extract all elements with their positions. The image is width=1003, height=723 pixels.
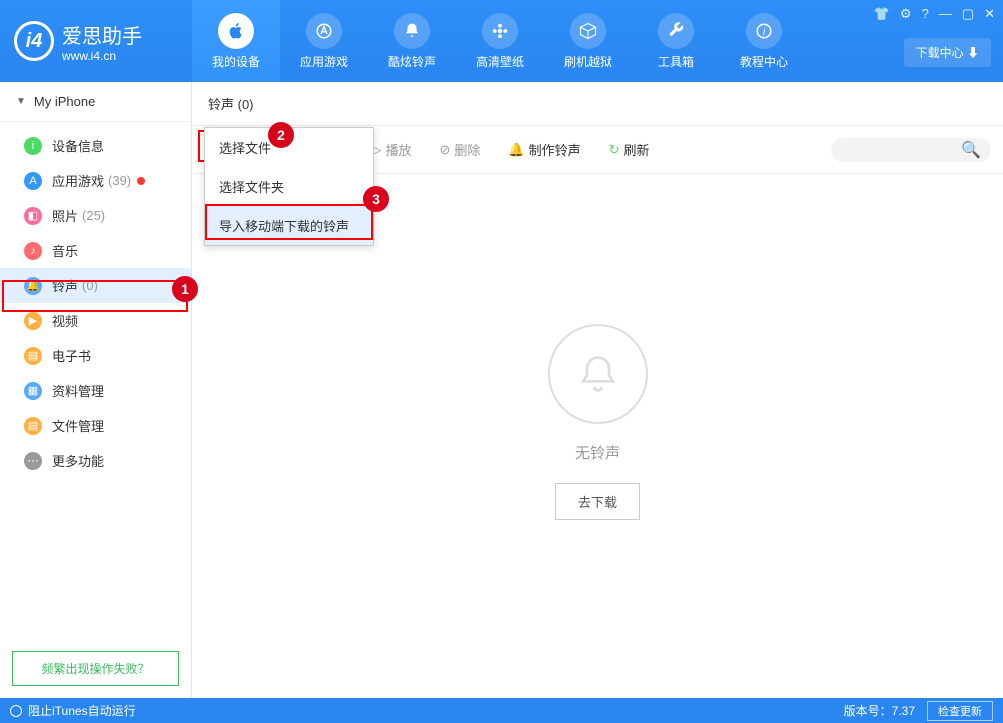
dropdown-import-mobile[interactable]: 导入移动端下载的铃声 (205, 206, 373, 245)
bell-plus-icon: 🔔 (508, 142, 524, 158)
sidebar-item-music[interactable]: ♪ 音乐 (0, 233, 191, 268)
annotation-badge-3: 3 (363, 186, 389, 212)
empty-bell-icon (548, 324, 648, 424)
notification-dot (137, 177, 145, 185)
sidebar-item-photos[interactable]: ◧ 照片 (25) (0, 198, 191, 233)
check-update-button[interactable]: 检查更新 (927, 701, 993, 721)
annotation-badge-1: 1 (172, 276, 198, 302)
itunes-block-icon[interactable] (10, 705, 22, 717)
more-icon: ⋯ (24, 452, 42, 470)
app-header: i4 爱思助手 www.i4.cn 我的设备 应用游戏 酷炫铃声 高清壁纸 刷机… (0, 0, 1003, 82)
annotation-badge-2: 2 (268, 122, 294, 148)
app-title: 爱思助手 (62, 20, 142, 49)
make-ringtone-button[interactable]: 🔔 制作铃声 (498, 136, 590, 163)
sidebar-item-ebooks[interactable]: ▤ 电子书 (0, 338, 191, 373)
wrench-icon (658, 13, 694, 49)
app-url: www.i4.cn (62, 49, 142, 63)
video-icon: ▶ (24, 312, 42, 330)
delete-button[interactable]: ⊘ 删除 (429, 136, 490, 163)
search-input[interactable]: 🔍 (831, 138, 991, 162)
sidebar-item-videos[interactable]: ▶ 视频 (0, 303, 191, 338)
logo-icon: i4 (14, 21, 54, 61)
nav-flash[interactable]: 刷机越狱 (544, 0, 632, 82)
help-link[interactable]: 频繁出现操作失败？ (12, 651, 179, 686)
refresh-icon: ↻ (609, 142, 620, 158)
apple-icon (218, 13, 254, 49)
box-icon (570, 13, 606, 49)
sidebar-item-data[interactable]: ▦ 资料管理 (0, 373, 191, 408)
nav-tools[interactable]: 工具箱 (632, 0, 720, 82)
refresh-button[interactable]: ↻ 刷新 (599, 136, 660, 163)
photo-icon: ◧ (24, 207, 42, 225)
book-icon: ▤ (24, 347, 42, 365)
content-header: 铃声 (0) (192, 82, 1003, 126)
dropdown-select-folder[interactable]: 选择文件夹 (205, 167, 373, 206)
search-icon: 🔍 (961, 140, 981, 160)
main-nav: 我的设备 应用游戏 酷炫铃声 高清壁纸 刷机越狱 工具箱 i 教程中心 (192, 0, 808, 82)
delete-icon: ⊘ (439, 142, 450, 158)
nav-my-device[interactable]: 我的设备 (192, 0, 280, 82)
info-icon: i (24, 137, 42, 155)
flower-icon (482, 13, 518, 49)
empty-text: 无铃声 (575, 442, 620, 463)
sidebar-item-more[interactable]: ⋯ 更多功能 (0, 443, 191, 478)
settings-icon[interactable]: ⚙ (900, 6, 912, 22)
app-icon: A (24, 172, 42, 190)
window-controls: 👕 ⚙ ? — ▢ ✕ (874, 6, 995, 22)
status-bar: 阻止iTunes自动运行 版本号：7.37 检查更新 (0, 698, 1003, 723)
info-icon: i (746, 13, 782, 49)
help-icon[interactable]: ? (922, 6, 929, 22)
sidebar-item-device-info[interactable]: i 设备信息 (0, 128, 191, 163)
download-center-button[interactable]: 下载中心 ⬇ (904, 38, 991, 67)
app-icon (306, 13, 342, 49)
svg-text:i: i (763, 25, 766, 37)
nav-ringtones[interactable]: 酷炫铃声 (368, 0, 456, 82)
chevron-down-icon: ▼ (16, 96, 26, 107)
bell-icon: 🔔 (24, 277, 42, 295)
itunes-block-label[interactable]: 阻止iTunes自动运行 (28, 702, 136, 719)
sidebar: ▼ My iPhone i 设备信息 A 应用游戏 (39) ◧ 照片 (25)… (0, 82, 192, 698)
file-icon: ▤ (24, 417, 42, 435)
bell-icon (394, 13, 430, 49)
version-label: 版本号：7.37 (844, 702, 915, 719)
sidebar-item-apps[interactable]: A 应用游戏 (39) (0, 163, 191, 198)
maximize-icon[interactable]: ▢ (962, 6, 974, 22)
minimize-icon[interactable]: — (939, 6, 952, 22)
empty-state: 无铃声 去下载 (192, 324, 1003, 520)
sidebar-item-ringtones[interactable]: 🔔 铃声 (0) (0, 268, 191, 303)
skin-icon[interactable]: 👕 (874, 6, 890, 22)
device-header[interactable]: ▼ My iPhone (0, 82, 191, 122)
nav-apps[interactable]: 应用游戏 (280, 0, 368, 82)
sidebar-item-files[interactable]: ▤ 文件管理 (0, 408, 191, 443)
go-download-button[interactable]: 去下载 (555, 483, 640, 520)
nav-wallpapers[interactable]: 高清壁纸 (456, 0, 544, 82)
music-icon: ♪ (24, 242, 42, 260)
logo-area: i4 爱思助手 www.i4.cn (0, 20, 192, 63)
nav-tutorials[interactable]: i 教程中心 (720, 0, 808, 82)
main-content: 铃声 (0) 📂 导入 ▼ ▣ 导出 ▷ 播放 ⊘ 删除 🔔 制作铃声 (192, 82, 1003, 698)
close-icon[interactable]: ✕ (984, 6, 995, 22)
data-icon: ▦ (24, 382, 42, 400)
